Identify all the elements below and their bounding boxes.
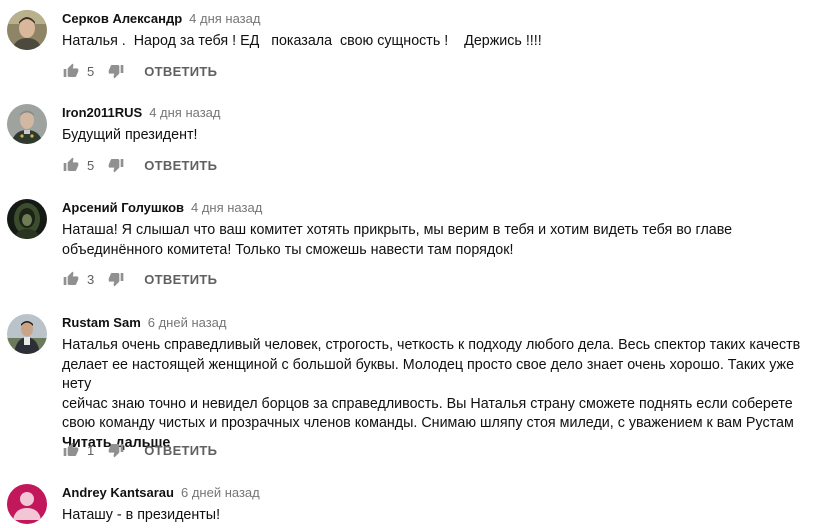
comment-text: Наташу - в президенты!: [62, 507, 221, 523]
comment-text: Будущий президент!: [62, 127, 198, 143]
avatar[interactable]: [7, 10, 47, 50]
reply-button[interactable]: ОТВЕТИТЬ: [144, 158, 217, 173]
author-name[interactable]: Rustam Sam: [62, 315, 141, 330]
reply-button[interactable]: ОТВЕТИТЬ: [144, 443, 217, 458]
comment-header: Andrey Kantsarau 6 дней назад: [62, 484, 260, 502]
comment-text: Наталья очень справедливый человек, стро…: [62, 336, 824, 453]
like-count: 3: [87, 271, 95, 287]
comment-actions: 5 ОТВЕТИТЬ: [62, 155, 217, 175]
like-count: 1: [87, 442, 95, 458]
timestamp[interactable]: 6 дней назад: [148, 315, 227, 330]
comment-header: Iron2011RUS 4 дня назад: [62, 104, 221, 122]
thumb-up-icon[interactable]: [62, 270, 80, 288]
author-name[interactable]: Арсений Голушков: [62, 200, 184, 215]
timestamp[interactable]: 4 дня назад: [149, 105, 220, 120]
like-count: 5: [87, 63, 95, 79]
comment-text: Наташа! Я слышал что ваш комитет хотять …: [62, 222, 733, 258]
comment-header: Rustam Sam 6 дней назад: [62, 314, 227, 332]
thumb-up-icon[interactable]: [62, 156, 80, 174]
comment-actions: 3 ОТВЕТИТЬ: [62, 269, 217, 289]
comment-header: Серков Александр 4 дня назад: [62, 10, 260, 28]
thumb-down-icon[interactable]: [107, 441, 125, 459]
comment-header: Арсений Голушков 4 дня назад: [62, 199, 262, 217]
author-name[interactable]: Серков Александр: [62, 11, 182, 26]
thumb-down-icon[interactable]: [107, 156, 125, 174]
reply-button[interactable]: ОТВЕТИТЬ: [144, 272, 217, 287]
comment-body: Наталья очень справедливый человек, стро…: [62, 337, 801, 431]
timestamp[interactable]: 4 дня назад: [189, 11, 260, 26]
like-count: 5: [87, 157, 95, 173]
timestamp[interactable]: 4 дня назад: [191, 200, 262, 215]
comment-actions: 5 ОТВЕТИТЬ: [62, 61, 217, 81]
avatar[interactable]: [7, 314, 47, 354]
comment-actions: 1 ОТВЕТИТЬ: [62, 440, 217, 460]
timestamp[interactable]: 6 дней назад: [181, 485, 260, 500]
avatar[interactable]: [7, 104, 47, 144]
thumb-down-icon[interactable]: [107, 62, 125, 80]
thumb-up-icon[interactable]: [62, 62, 80, 80]
thumb-up-icon[interactable]: [62, 441, 80, 459]
avatar[interactable]: [7, 484, 47, 524]
author-name[interactable]: Iron2011RUS: [62, 105, 142, 120]
reply-button[interactable]: ОТВЕТИТЬ: [144, 64, 217, 79]
avatar[interactable]: [7, 199, 47, 239]
comment-text: Наталья . Народ за тебя ! ЕД показала св…: [62, 33, 542, 49]
thumb-down-icon[interactable]: [107, 270, 125, 288]
author-name[interactable]: Andrey Kantsarau: [62, 485, 174, 500]
